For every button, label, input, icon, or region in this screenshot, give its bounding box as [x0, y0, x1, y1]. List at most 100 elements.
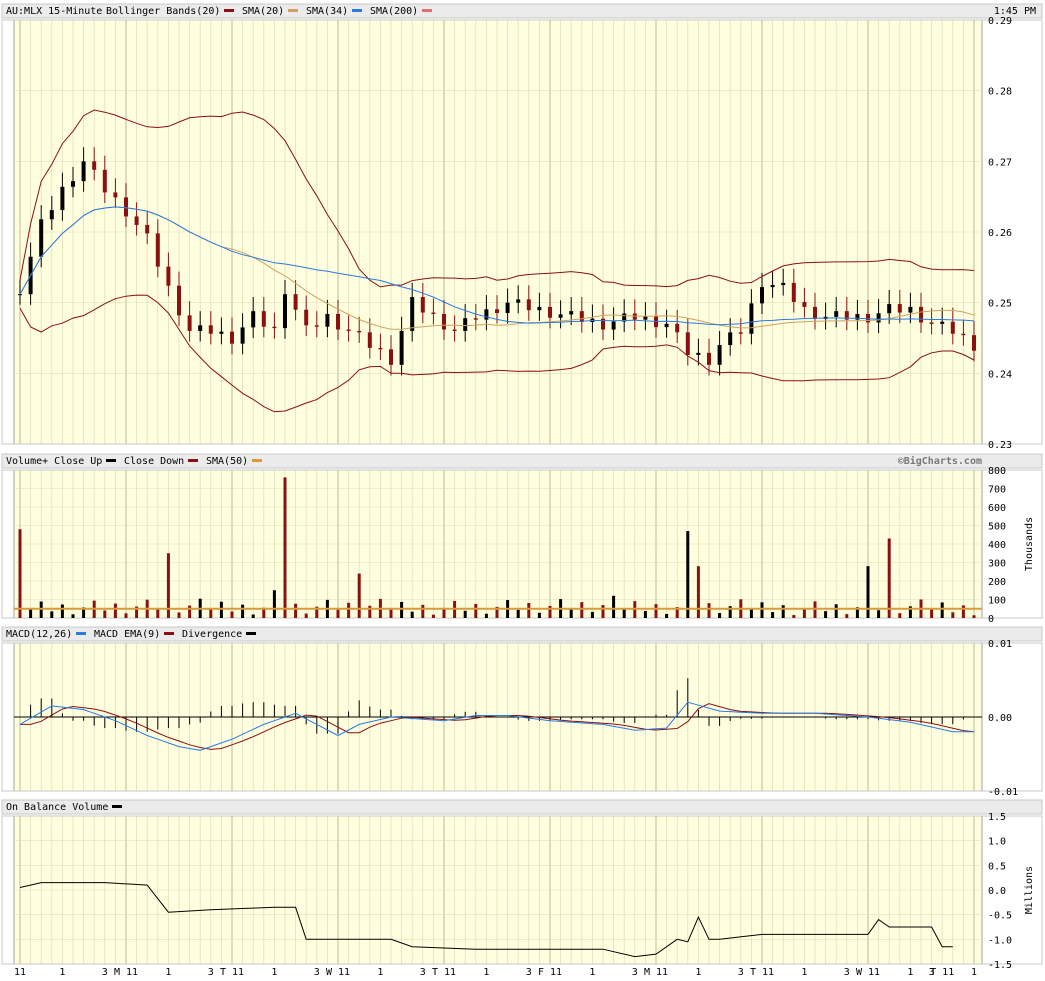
price-candle [336, 313, 340, 330]
volume-bar [569, 608, 573, 618]
volume-bar [219, 601, 223, 618]
price-candle [60, 186, 65, 211]
chart-symbol-title: AU:MLX 15-Minute [6, 6, 102, 17]
volume-bar [463, 610, 467, 618]
y-tick-label: 200 [988, 577, 1006, 588]
x-tick-label: 3 [102, 967, 108, 978]
price-candle [261, 311, 266, 327]
panel-3-header [1, 799, 1043, 815]
price-candle [314, 325, 319, 327]
price-candle [389, 349, 393, 365]
volume-bar [781, 605, 785, 618]
legend-swatch-1 [164, 632, 174, 635]
y-tick-label: 1.5 [988, 812, 1006, 823]
volume-bar [272, 590, 276, 618]
y-tick-label: 700 [988, 485, 1006, 496]
x-tick-label: 1 [907, 967, 913, 978]
legend-swatch-1 [188, 459, 198, 462]
price-candle [357, 330, 362, 333]
volume-bar [654, 604, 658, 618]
x-tick-label: 1 [695, 967, 701, 978]
volume-bar [696, 566, 700, 618]
volume-bar [251, 614, 255, 618]
volume-bar [961, 605, 965, 618]
legend-label-2: Divergence [182, 629, 242, 640]
price-candle [579, 311, 584, 322]
price-candle [611, 321, 616, 330]
volume-bar [421, 604, 425, 618]
price-candle [71, 181, 75, 187]
price-candle [346, 329, 351, 331]
volume-bar [18, 529, 22, 618]
volume-bar [940, 602, 944, 618]
price-candle [866, 313, 870, 323]
volume-bar [241, 604, 245, 618]
price-candle [251, 311, 256, 328]
x-tick-label: T 11 [930, 967, 954, 978]
price-candle [876, 313, 881, 323]
legend-swatch-2 [246, 632, 256, 635]
price-candle [230, 331, 234, 344]
price-candle [81, 161, 86, 182]
price-candle [664, 323, 669, 328]
price-candle [696, 352, 701, 355]
y-tick-label: 0.5 [988, 861, 1006, 872]
volume-bar [230, 611, 234, 618]
x-tick-label: M 11 [114, 967, 138, 978]
price-candle [770, 285, 775, 288]
price-candle [749, 303, 754, 334]
volume-bar [124, 613, 128, 618]
y-tick-label: 300 [988, 559, 1006, 570]
x-tick-label: 1 [165, 967, 171, 978]
price-candle [452, 329, 457, 331]
legend-swatch-0 [106, 459, 116, 462]
price-candle [897, 304, 902, 313]
stock-chart: AU:MLX 15-Minute Bollinger Bands(20) SMA(2… [1, 3, 1043, 978]
y-tick-label: 0.28 [988, 87, 1012, 98]
y-tick-label: 0.24 [988, 369, 1012, 380]
price-candle [240, 327, 245, 344]
volume-bar [357, 573, 361, 618]
price-candle [717, 345, 722, 365]
price-candle [399, 330, 404, 365]
price-candle [39, 219, 44, 257]
y-tick-label: 400 [988, 540, 1006, 551]
price-candle [420, 297, 425, 313]
price-candle [208, 325, 213, 334]
x-tick-label: 1 [377, 967, 383, 978]
x-tick-label: F 11 [538, 967, 562, 978]
volume-bar [537, 612, 541, 618]
price-candle [293, 294, 298, 310]
volume-bar [930, 609, 934, 618]
volume-bar [188, 605, 192, 618]
volume-bar [400, 601, 404, 618]
price-candle [505, 302, 510, 314]
x-tick-label: 1 [971, 967, 977, 978]
price-candle [102, 169, 107, 193]
volume-bar [156, 609, 160, 618]
volume-bar [39, 601, 43, 618]
y-tick-label: 0.23 [988, 440, 1012, 451]
legend-label-0: Bollinger Bands(20) [106, 6, 220, 17]
price-candle [187, 315, 192, 331]
legend-swatch-0 [112, 805, 122, 808]
y-tick-label: -0.5 [988, 911, 1012, 922]
volume-bar [972, 615, 976, 618]
price-candle [887, 304, 892, 314]
volume-bar [866, 566, 870, 618]
volume-bar [368, 605, 372, 618]
y-tick-label: 0 [988, 614, 994, 625]
y-tick-label: 500 [988, 522, 1006, 533]
volume-bar [516, 609, 520, 618]
volume-bar [527, 603, 531, 618]
legend-swatch-3 [422, 9, 432, 12]
volume-bar [824, 611, 828, 618]
y-tick-label: 100 [988, 596, 1006, 607]
volume-bar [580, 602, 584, 618]
price-candle [463, 318, 468, 331]
price-candle [685, 332, 690, 355]
price-candle [675, 323, 680, 333]
y-tick-label: 1.0 [988, 837, 1006, 848]
volume-bar [707, 603, 711, 618]
volume-bar [50, 611, 54, 618]
